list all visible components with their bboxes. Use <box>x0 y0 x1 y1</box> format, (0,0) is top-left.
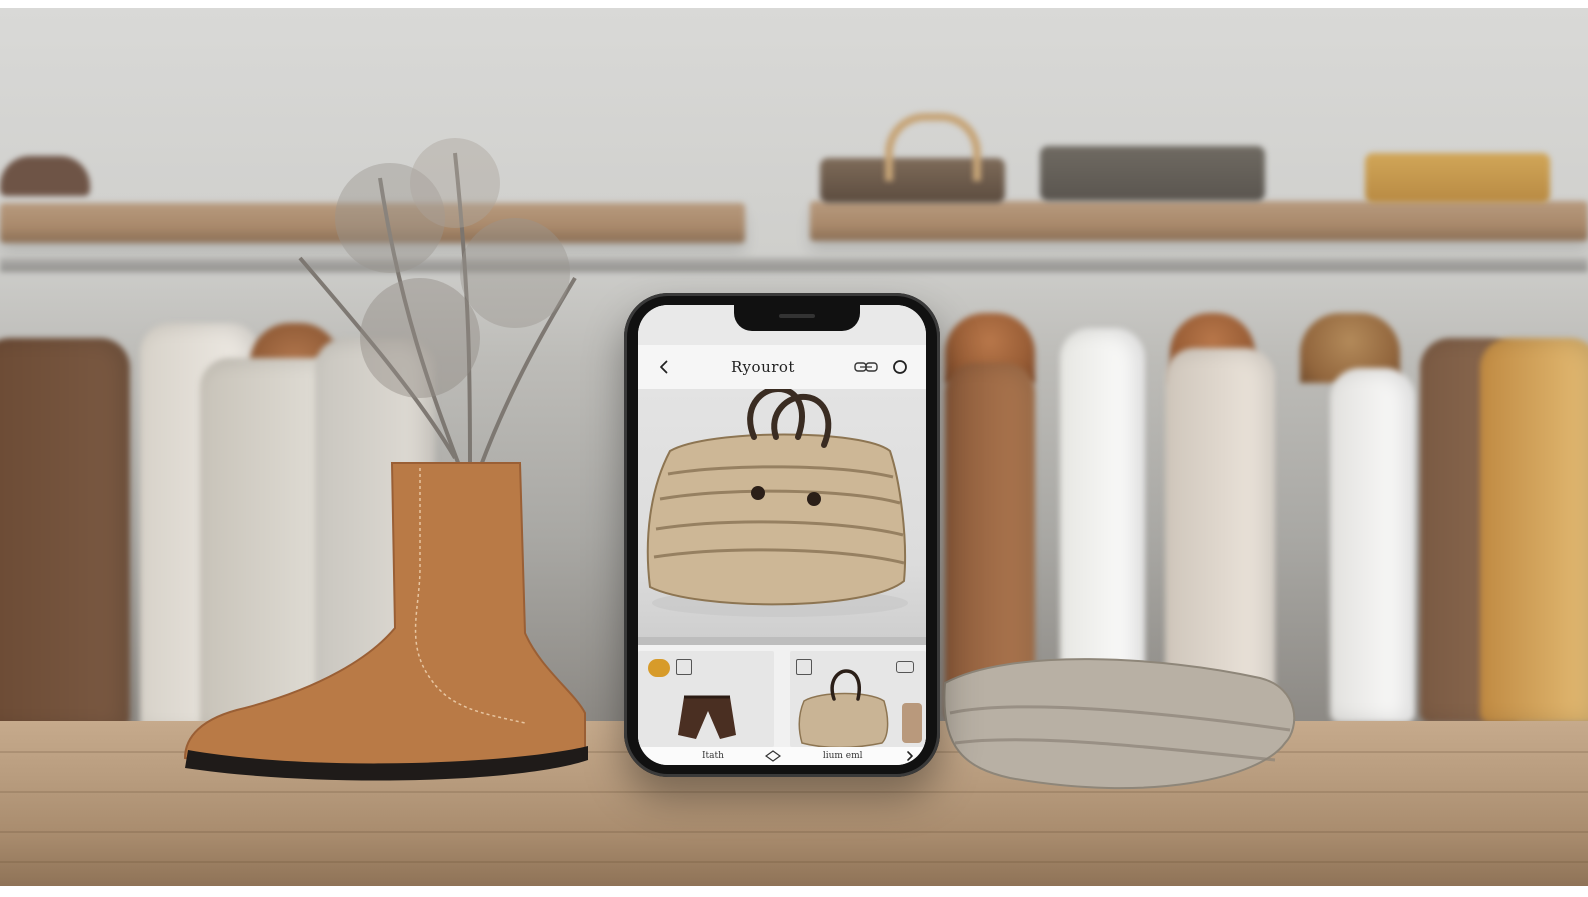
hero-divider <box>638 637 926 645</box>
rounded-rect-icon <box>896 661 914 673</box>
product-thumbnails <box>638 645 926 747</box>
square-outline-icon <box>796 659 812 675</box>
app-title: Ryourot <box>731 358 795 376</box>
tote-bag-image <box>646 385 908 617</box>
circle-icon[interactable] <box>892 359 908 375</box>
bottom-nav-right-label[interactable]: lium eml <box>823 751 863 761</box>
bottom-nav-left-label[interactable]: Itath <box>702 751 724 761</box>
thumbnail-shorts[interactable] <box>638 651 774 747</box>
speaker-grille <box>779 314 815 318</box>
link-icon[interactable] <box>854 360 878 374</box>
app-actions <box>854 359 908 375</box>
phone-notch <box>734 305 860 331</box>
square-outline-icon <box>676 659 692 675</box>
badge-icon <box>648 659 670 677</box>
bottom-navigation: Itath lium eml <box>638 747 926 765</box>
phone-screen: Ryourot Itath lium eml <box>638 305 926 765</box>
chevron-right-icon[interactable] <box>904 750 916 762</box>
app-bar: Ryourot <box>638 345 926 389</box>
diamond-icon[interactable] <box>765 750 782 762</box>
smartphone: Ryourot Itath lium eml <box>624 293 940 777</box>
thumbnail-bag[interactable] <box>790 651 926 747</box>
photo-scene: Ryourot Itath lium eml <box>0 8 1588 886</box>
product-hero[interactable] <box>638 385 926 637</box>
chevron-left-icon[interactable] <box>656 359 672 375</box>
